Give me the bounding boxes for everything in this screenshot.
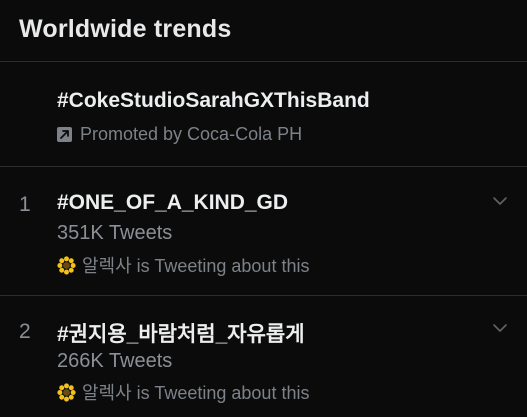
- chevron-down-icon[interactable]: [492, 196, 508, 206]
- chevron-down-icon[interactable]: [492, 323, 508, 333]
- trend-tweet-count: 266K Tweets: [57, 350, 173, 372]
- sunflower-avatar-icon: [57, 255, 76, 275]
- trend-context-text: 알렉사 is Tweeting about this: [82, 256, 310, 276]
- promoted-hashtag[interactable]: #CokeStudioSarahGXThisBand: [57, 89, 370, 113]
- promoted-trend[interactable]: [0, 62, 527, 167]
- trend-context-text: 알렉사 is Tweeting about this: [82, 383, 310, 403]
- trend-context: 알렉사 is Tweeting about this: [57, 379, 309, 405]
- trends-header: Worldwide trends: [0, 0, 527, 62]
- promoted-arrow-icon: [57, 127, 72, 142]
- trend-context: 알렉사 is Tweeting about this: [57, 252, 309, 278]
- trends-panel: Worldwide trends #CokeStudioSarahGXThisB…: [0, 0, 527, 417]
- page-title: Worldwide trends: [19, 15, 232, 43]
- trend-tweet-count: 351K Tweets: [57, 222, 173, 244]
- trend-rank: 2: [19, 320, 31, 343]
- trend-hashtag[interactable]: #권지용_바람처럼_자유롭게: [57, 318, 305, 348]
- trend-rank: 1: [19, 193, 31, 216]
- trend-hashtag[interactable]: #ONE_OF_A_KIND_GD: [57, 191, 288, 215]
- promoted-by-text: Promoted by Coca-Cola PH: [80, 124, 303, 144]
- sunflower-avatar-icon: [57, 382, 76, 402]
- promoted-label: Promoted by Coca-Cola PH: [57, 124, 302, 145]
